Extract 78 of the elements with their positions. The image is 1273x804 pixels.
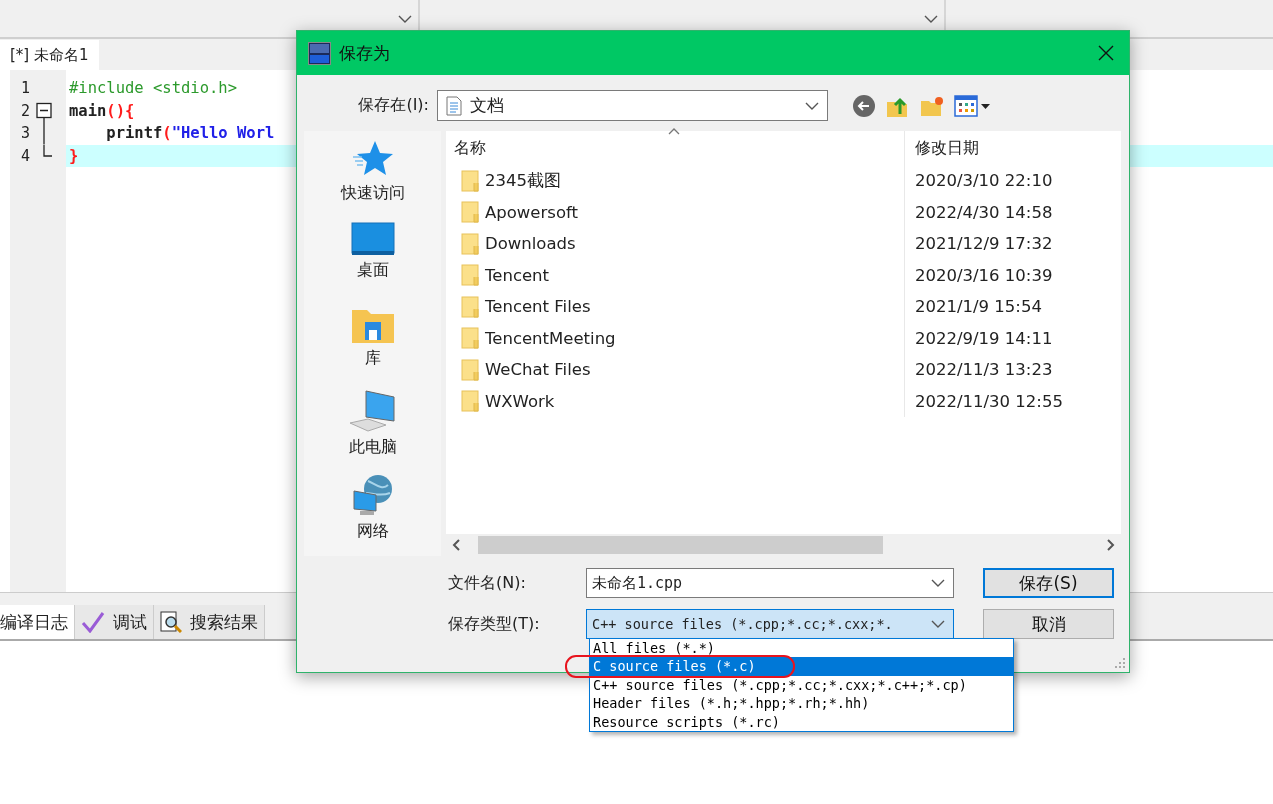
modified-date: 2022/4/30 14:58 bbox=[915, 202, 1053, 222]
code-line: printf("Hello Worl bbox=[105, 124, 275, 143]
back-icon[interactable] bbox=[852, 93, 876, 118]
modified-date: 2021/12/9 17:32 bbox=[915, 234, 1053, 254]
cancel-button[interactable]: 取消 bbox=[983, 609, 1114, 639]
place-link[interactable]: 快速访问 bbox=[340, 183, 405, 204]
view-menu-icon[interactable] bbox=[954, 94, 992, 117]
folder-icon bbox=[461, 169, 479, 192]
line-number: 3 bbox=[19, 124, 30, 143]
modified-date: 2022/11/30 12:55 bbox=[915, 391, 1063, 411]
folder-icon bbox=[461, 295, 479, 318]
fold-line bbox=[43, 122, 45, 145]
folder-icon bbox=[461, 390, 479, 413]
file-name[interactable]: Tencent bbox=[485, 265, 550, 285]
modified-date: 2022/9/19 14:11 bbox=[915, 328, 1053, 348]
field-label: 保存类型(T): bbox=[448, 613, 541, 635]
code-line: } bbox=[69, 146, 79, 165]
dropdown-option[interactable]: All files (*.*) bbox=[590, 639, 1013, 658]
code-line: main(){ bbox=[69, 101, 135, 120]
dropdown-option[interactable]: C source files (*.c) bbox=[590, 657, 1013, 676]
file-type-dropdown[interactable]: C++ source files (*.cpp;*.cc;*.cxx;*. bbox=[586, 609, 954, 639]
file-name[interactable]: TencentMeeting bbox=[485, 328, 616, 348]
file-name[interactable]: Apowersoft bbox=[485, 202, 578, 222]
modified-date: 2020/3/16 10:39 bbox=[915, 265, 1053, 285]
dropdown-option[interactable]: C++ source files (*.cpp;*.cc;*.cxx;*.c++;*.cp) bbox=[590, 675, 1013, 695]
save-button[interactable]: 保存(S) bbox=[983, 568, 1114, 598]
location-dropdown[interactable]: 文档 bbox=[437, 90, 828, 121]
filename-field[interactable]: 未命名1.cpp bbox=[586, 568, 954, 598]
panel-tab[interactable]: 编译日志 bbox=[0, 605, 75, 639]
chevron-down-icon bbox=[931, 579, 945, 587]
sort-caret-icon bbox=[668, 128, 680, 135]
file-name[interactable]: 2345截图 bbox=[485, 169, 561, 192]
resize-grip-icon[interactable] bbox=[1113, 656, 1125, 668]
modified-date: 2021/1/9 15:54 bbox=[915, 297, 1042, 317]
code-line: #include <stdio.h> bbox=[69, 79, 237, 98]
chevron-down-icon bbox=[805, 101, 819, 110]
file-name[interactable]: WeChat Files bbox=[485, 360, 591, 380]
chevron-down-icon bbox=[398, 14, 412, 23]
panel-tab[interactable]: 搜索结果 bbox=[154, 605, 265, 639]
folder-icon bbox=[461, 232, 479, 255]
desktop-icon bbox=[350, 222, 395, 257]
editor-tab[interactable]: [*] 未命名1 bbox=[0, 40, 99, 70]
scroll-left-icon[interactable] bbox=[452, 539, 460, 551]
place-link[interactable]: 此电脑 bbox=[348, 437, 397, 459]
file-name[interactable]: WXWork bbox=[485, 391, 555, 411]
folder-icon bbox=[461, 201, 479, 224]
place-link[interactable]: 库 bbox=[364, 347, 381, 369]
folder-icon bbox=[461, 264, 479, 287]
new-folder-icon[interactable] bbox=[920, 94, 944, 117]
chevron-down-icon bbox=[924, 14, 938, 23]
file-name[interactable]: Tencent Files bbox=[485, 297, 591, 317]
place-link[interactable]: 桌面 bbox=[356, 260, 389, 282]
panel-tab[interactable]: 调试 bbox=[75, 605, 154, 639]
modified-date: 2022/11/3 13:23 bbox=[915, 360, 1053, 380]
modified-date: 2020/3/10 22:10 bbox=[915, 171, 1053, 191]
dropdown-option[interactable]: Header files (*.h;*.hpp;*.rh;*.hh) bbox=[590, 694, 1013, 713]
dropdown-option[interactable]: Resource scripts (*.rc) bbox=[590, 712, 1013, 731]
column-header[interactable]: 名称 bbox=[454, 137, 486, 159]
field-label: 文件名(N): bbox=[448, 572, 527, 594]
column-header[interactable]: 修改日期 bbox=[915, 137, 979, 159]
check-icon bbox=[81, 611, 105, 633]
folder-icon bbox=[461, 327, 479, 350]
app-icon bbox=[308, 41, 331, 65]
field-label: 保存在(I): bbox=[357, 95, 430, 116]
chevron-down-icon bbox=[931, 620, 945, 628]
document-icon bbox=[446, 95, 462, 116]
file-name[interactable]: Downloads bbox=[485, 234, 576, 254]
fold-end-line bbox=[43, 144, 52, 157]
close-icon bbox=[1098, 45, 1114, 61]
place-link[interactable]: 网络 bbox=[356, 520, 389, 542]
search-icon bbox=[160, 611, 182, 633]
computer-icon bbox=[347, 389, 398, 434]
line-number: 2 bbox=[19, 101, 30, 120]
scroll-right-icon[interactable] bbox=[1107, 539, 1115, 551]
line-number: 4 bbox=[19, 146, 30, 165]
line-number: 1 bbox=[19, 79, 30, 98]
folder-icon bbox=[461, 358, 479, 381]
dialog-title: 保存为 bbox=[339, 41, 391, 65]
